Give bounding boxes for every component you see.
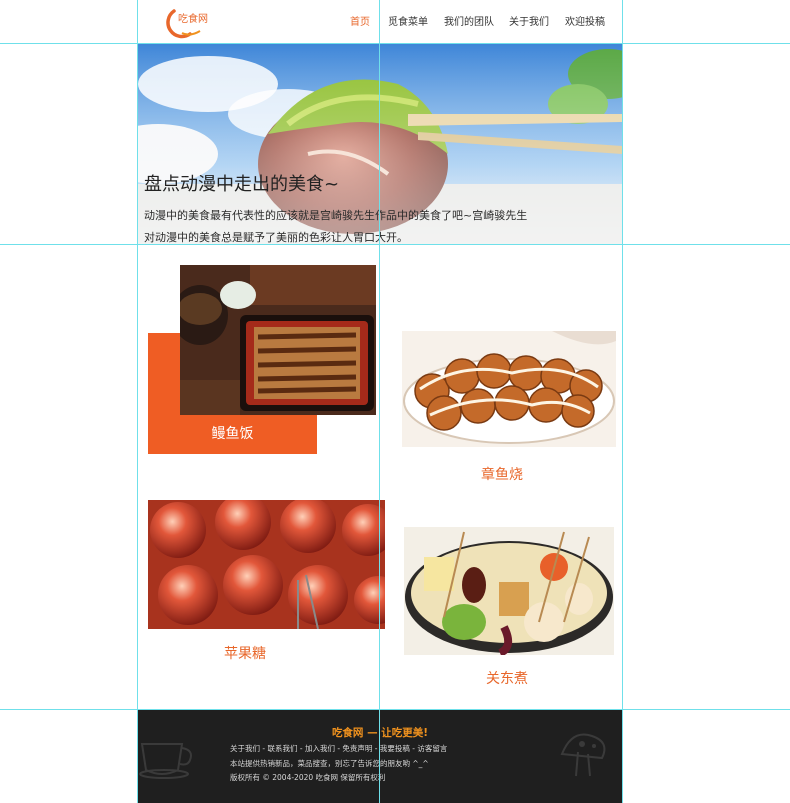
food-title-candy-apple: 苹果糖 [224,646,266,662]
hero-text-line2: 对动漫中的美食总是赋予了美丽的色彩让人胃口大开。 [144,231,408,244]
logo-text: 吃食网 [178,12,208,25]
nav-item-submit[interactable]: 欢迎投稿 [565,13,605,28]
guide-line [137,0,138,803]
site-logo[interactable]: 吃食网 [160,3,220,39]
nav-item-home[interactable]: 首页 [350,13,370,28]
food-image-takoyaki[interactable] [402,331,616,447]
site-footer: 吃食网 — 让吃更美! 关于我们 - 联系我们 - 加入我们 - 免责声明 - … [138,710,622,803]
nav-item-team[interactable]: 我们的团队 [444,13,494,28]
hero-banner: 盘点动漫中走出的美食~ 动漫中的美食最有代表性的应该就是宫崎骏先生作品中的美食了… [138,44,622,245]
food-image-candy-apple[interactable] [148,500,385,629]
guide-line [0,709,790,710]
food-image-oden[interactable] [404,527,614,655]
food-title-takoyaki: 章鱼烧 [481,467,523,483]
footer-tagline: 本站提供热销新品，菜品搜查，别忘了告诉您的朋友哟 ^_^ [230,759,429,768]
hero-text-line1: 动漫中的美食最有代表性的应该就是宫崎骏先生作品中的美食了吧~宫崎骏先生 [144,209,528,222]
nav-item-about[interactable]: 关于我们 [509,13,549,28]
footer-copyright: 版权所有 © 2004-2020 吃食网 保留所有权利 [230,773,386,782]
footer-title: 吃食网 — 让吃更美! [331,727,429,739]
guide-line [379,0,380,803]
nav-item-menu[interactable]: 觅食菜单 [388,13,428,28]
food-image-unadon[interactable] [180,265,376,415]
guide-line [622,0,623,803]
guide-line [0,244,790,245]
hero-title: 盘点动漫中走出的美食~ [144,174,340,195]
food-title-oden: 关东煮 [486,671,528,687]
food-title-unadon: 鳗鱼饭 [211,426,254,442]
guide-line [0,43,790,44]
footer-links[interactable]: 关于我们 - 联系我们 - 加入我们 - 免责声明 - 我要投稿 - 访客留言 [230,743,447,754]
